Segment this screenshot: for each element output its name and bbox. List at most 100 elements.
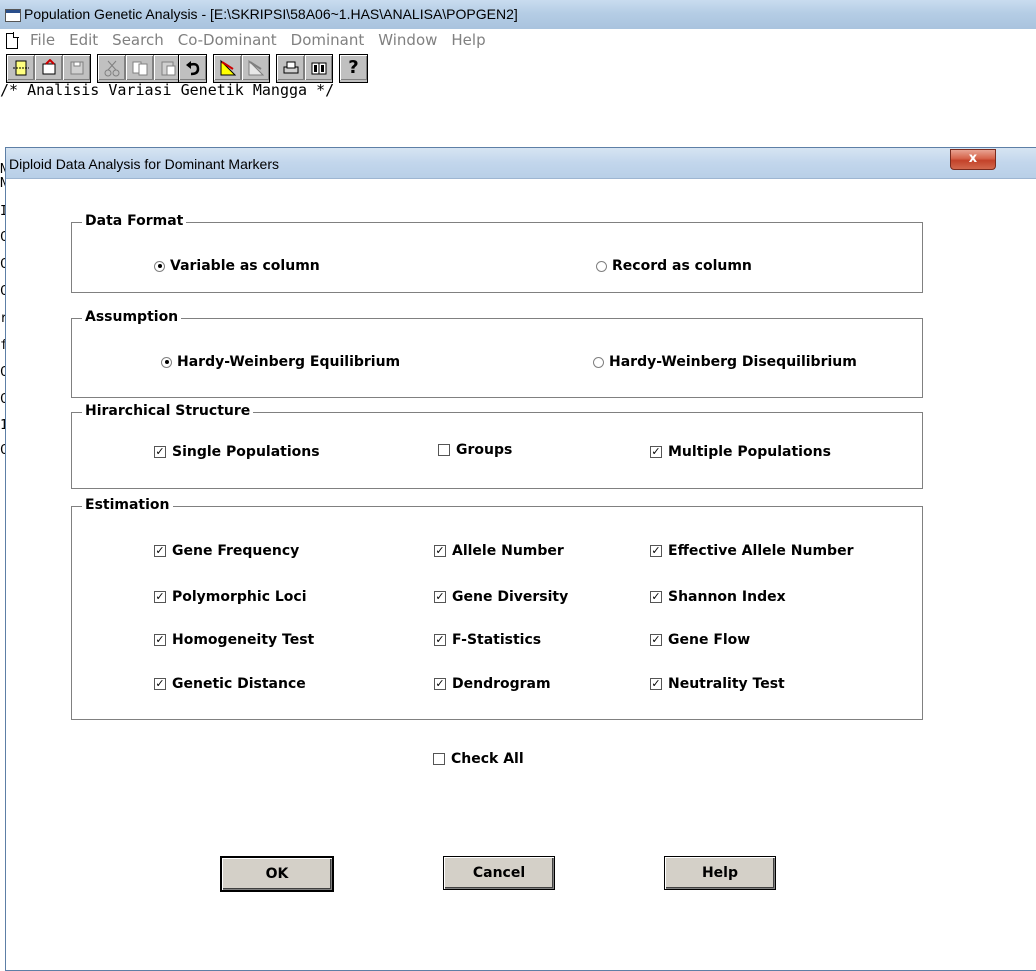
neutrality-test-checkbox[interactable]: ✓ Neutrality Test: [650, 676, 785, 692]
dialog-title: Diploid Data Analysis for Dominant Marke…: [9, 156, 279, 172]
checkbox-indicator[interactable]: [433, 753, 445, 765]
dendrogram-label: Dendrogram: [452, 676, 551, 692]
help-question-glyph: ?: [348, 57, 359, 78]
gene-flow-checkbox[interactable]: ✓ Gene Flow: [650, 632, 750, 648]
document-icon[interactable]: [6, 32, 19, 49]
main-titlebar: Population Genetic Analysis - [E:\SKRIPS…: [0, 0, 1036, 30]
f-statistics-label: F-Statistics: [452, 632, 542, 648]
toolbar: ?: [0, 51, 1036, 83]
shannon-index-checkbox[interactable]: ✓ Shannon Index: [650, 589, 786, 605]
close-button[interactable]: x: [950, 149, 996, 170]
radio-indicator[interactable]: [596, 260, 607, 272]
help-question-icon[interactable]: ?: [340, 55, 367, 80]
homogeneity-test-checkbox[interactable]: ✓ Homogeneity Test: [154, 632, 314, 648]
menu-search[interactable]: Search: [112, 31, 164, 49]
homogeneity-test-label: Homogeneity Test: [172, 632, 315, 648]
save-file-icon[interactable]: [63, 55, 90, 80]
dialog-titlebar: Diploid Data Analysis for Dominant Marke…: [6, 148, 1036, 179]
print-icon[interactable]: [277, 55, 305, 80]
paste-icon[interactable]: [154, 55, 181, 80]
checkbox-indicator[interactable]: ✓: [154, 545, 166, 557]
ok-button[interactable]: OK: [220, 856, 334, 892]
single-populations-checkbox[interactable]: ✓ Single Populations: [154, 444, 320, 460]
hw-disequilibrium-label: Hardy-Weinberg Disequilibrium: [609, 354, 857, 370]
menu-edit[interactable]: Edit: [69, 31, 98, 49]
menu-file[interactable]: File: [30, 31, 55, 49]
effective-allele-number-label: Effective Allele Number: [668, 543, 854, 559]
checkbox-indicator[interactable]: ✓: [154, 591, 166, 603]
f-statistics-checkbox[interactable]: ✓ F-Statistics: [434, 632, 541, 648]
allele-number-checkbox[interactable]: ✓ Allele Number: [434, 543, 564, 559]
checkbox-indicator[interactable]: ✓: [434, 634, 446, 646]
gene-frequency-label: Gene Frequency: [172, 543, 300, 559]
checkbox-indicator[interactable]: ✓: [154, 678, 166, 690]
neutrality-test-label: Neutrality Test: [668, 676, 785, 692]
variable-as-column-radio[interactable]: Variable as column: [154, 258, 320, 274]
hierarchical-structure-label: Hirarchical Structure: [82, 403, 254, 419]
checkbox-indicator[interactable]: ✓: [154, 634, 166, 646]
checkbox-indicator[interactable]: ✓: [650, 634, 662, 646]
radio-indicator[interactable]: [161, 356, 172, 368]
gene-diversity-checkbox[interactable]: ✓ Gene Diversity: [434, 589, 568, 605]
estimation-group: Estimation ✓ Gene Frequency ✓ Allele Num…: [71, 497, 923, 720]
radio-indicator[interactable]: [593, 356, 604, 368]
polymorphic-loci-label: Polymorphic Loci: [172, 589, 307, 605]
data-format-group: Data Format Variable as column Record as…: [71, 213, 923, 293]
genetic-distance-checkbox[interactable]: ✓ Genetic Distance: [154, 676, 306, 692]
menu-help[interactable]: Help: [451, 31, 485, 49]
run-icon[interactable]: [214, 55, 242, 80]
assumption-group: Assumption Hardy-Weinberg Equilibrium Ha…: [71, 309, 923, 398]
gene-diversity-label: Gene Diversity: [452, 589, 569, 605]
shannon-index-label: Shannon Index: [668, 589, 786, 605]
menu-dominant[interactable]: Dominant: [291, 31, 365, 49]
dendrogram-checkbox[interactable]: ✓ Dendrogram: [434, 676, 551, 692]
check-all-label: Check All: [451, 751, 524, 767]
gene-flow-label: Gene Flow: [668, 632, 751, 648]
checkbox-indicator[interactable]: ✓: [434, 678, 446, 690]
polymorphic-loci-checkbox[interactable]: ✓ Polymorphic Loci: [154, 589, 307, 605]
dialog-body: Data Format Variable as column Record as…: [14, 179, 1028, 969]
toolbar-group-help: ?: [339, 54, 368, 83]
effective-allele-number-checkbox[interactable]: ✓ Effective Allele Number: [650, 543, 853, 559]
allele-number-label: Allele Number: [452, 543, 564, 559]
toolbar-group-run: [213, 54, 270, 83]
toolbar-group-print: [276, 54, 333, 83]
menu-co-dominant[interactable]: Co-Dominant: [178, 31, 277, 49]
dominant-markers-dialog: Diploid Data Analysis for Dominant Marke…: [5, 147, 1036, 971]
radio-indicator[interactable]: [154, 260, 165, 272]
help-button[interactable]: Help: [664, 856, 776, 890]
assumption-label: Assumption: [82, 309, 182, 325]
hw-disequilibrium-radio[interactable]: Hardy-Weinberg Disequilibrium: [593, 354, 857, 370]
groups-checkbox[interactable]: Groups: [438, 442, 512, 458]
copy-icon[interactable]: [126, 55, 154, 80]
toolbar-group-edit: [97, 54, 182, 83]
check-all-checkbox[interactable]: Check All: [433, 751, 524, 767]
open-file-icon[interactable]: [35, 55, 63, 80]
preview-icon[interactable]: [305, 55, 332, 80]
new-file-icon[interactable]: [7, 55, 35, 80]
clear-icon[interactable]: [242, 55, 269, 80]
hw-equilibrium-radio[interactable]: Hardy-Weinberg Equilibrium: [161, 354, 400, 370]
checkbox-indicator[interactable]: ✓: [434, 545, 446, 557]
cut-icon[interactable]: [98, 55, 126, 80]
cancel-button[interactable]: Cancel: [443, 856, 555, 890]
checkbox-indicator[interactable]: ✓: [650, 545, 662, 557]
record-as-column-radio[interactable]: Record as column: [596, 258, 752, 274]
checkbox-indicator[interactable]: ✓: [650, 446, 662, 458]
checkbox-indicator[interactable]: ✓: [434, 591, 446, 603]
app-icon: [5, 9, 21, 22]
checkbox-indicator[interactable]: ✓: [650, 678, 662, 690]
toolbar-group-undo: [178, 54, 207, 83]
menubar: File Edit Search Co-Dominant Dominant Wi…: [0, 29, 1036, 51]
toolbar-group-file: [6, 54, 91, 83]
checkbox-indicator[interactable]: ✓: [650, 591, 662, 603]
menu-window[interactable]: Window: [378, 31, 437, 49]
multiple-populations-checkbox[interactable]: ✓ Multiple Populations: [650, 444, 831, 460]
window-title: Population Genetic Analysis - [E:\SKRIPS…: [24, 6, 518, 22]
gene-frequency-checkbox[interactable]: ✓ Gene Frequency: [154, 543, 299, 559]
multiple-populations-label: Multiple Populations: [668, 444, 831, 460]
checkbox-indicator[interactable]: [438, 444, 450, 456]
groups-label: Groups: [456, 442, 513, 458]
checkbox-indicator[interactable]: ✓: [154, 446, 166, 458]
undo-icon[interactable]: [179, 55, 206, 80]
